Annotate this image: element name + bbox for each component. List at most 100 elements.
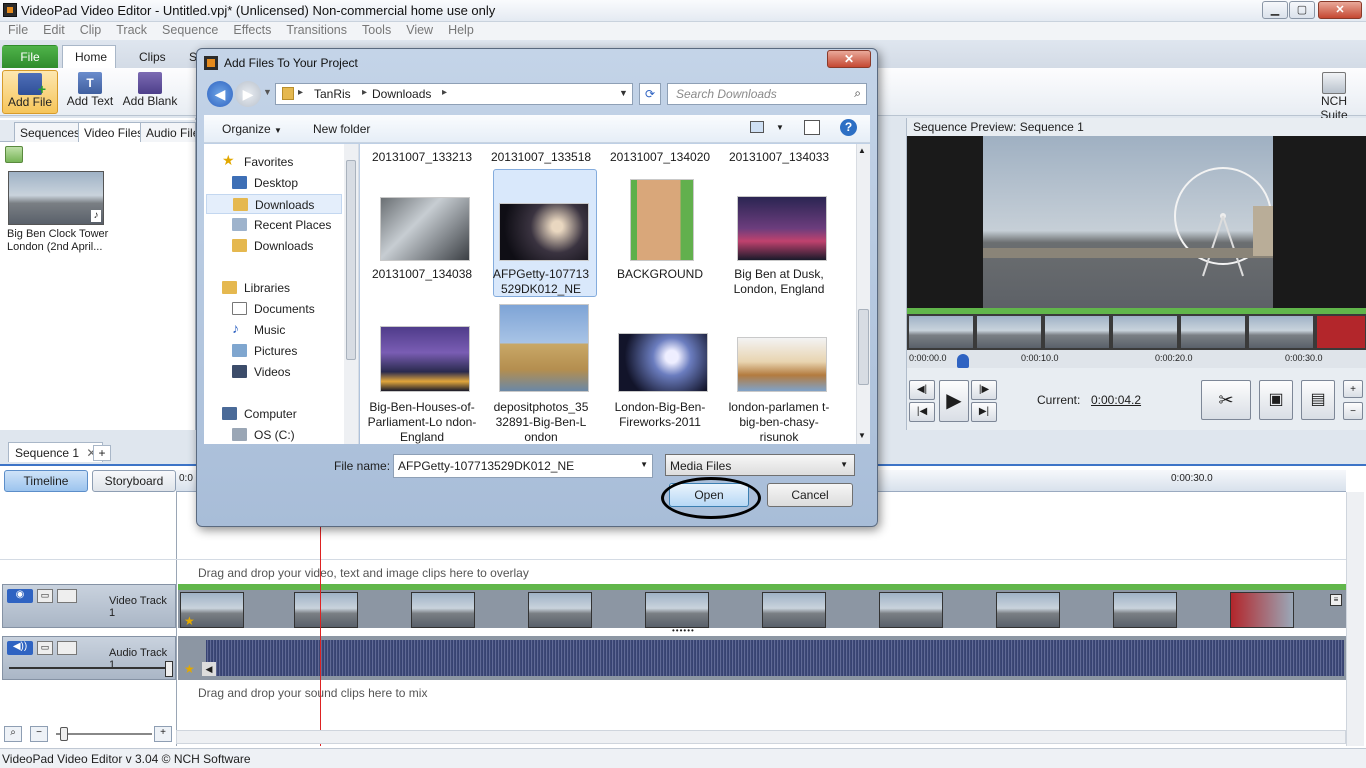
menu-transitions[interactable]: Transitions — [278, 22, 354, 37]
video-clip[interactable] — [645, 592, 709, 628]
add-to-sequence-button[interactable]: ▤ — [1301, 380, 1335, 420]
scroll-down-icon[interactable]: ▼ — [858, 431, 866, 440]
scroll-up-icon[interactable]: ▲ — [858, 146, 866, 155]
go-start-button[interactable]: |◀ — [909, 402, 935, 422]
menu-track[interactable]: Track — [108, 22, 154, 37]
play-button[interactable]: ▶ — [939, 380, 969, 422]
media-clip-thumbnail[interactable]: ♪ — [8, 171, 104, 225]
breadcrumb-downloads[interactable]: Downloads — [372, 87, 431, 101]
file-thumbnail[interactable] — [499, 304, 589, 392]
file-name-input[interactable]: AFPGetty-107713529DK012_NE ▼ — [393, 454, 653, 478]
fade-icon[interactable]: ◀ — [202, 662, 216, 676]
preview-pane-icon[interactable] — [804, 120, 820, 135]
zoom-slider-track[interactable] — [56, 733, 152, 735]
file-thumbnail[interactable] — [618, 333, 708, 392]
file-name[interactable]: BACKGROUND — [604, 267, 716, 282]
refresh-icon[interactable]: ⟳ — [639, 83, 661, 105]
menu-clip[interactable]: Clip — [72, 22, 109, 37]
add-blank-button[interactable]: Add Blank — [122, 70, 178, 114]
audio-waveform[interactable] — [206, 640, 1344, 676]
video-clip[interactable] — [762, 592, 826, 628]
tab-sequences[interactable]: Sequences — [14, 122, 87, 142]
change-view-icon[interactable] — [750, 121, 764, 133]
file-name[interactable]: AFPGetty-107713 529DK012_NE — [485, 267, 597, 297]
storyboard-view-button[interactable]: Storyboard — [92, 470, 176, 492]
file-name[interactable]: 20131007_133213 — [366, 150, 478, 165]
zoom-out-icon[interactable]: − — [1343, 402, 1363, 420]
track-splitter-handle[interactable]: •••••• — [672, 627, 696, 635]
file-thumbnail[interactable] — [499, 203, 589, 261]
nav-favorites[interactable]: ★ Favorites — [204, 152, 354, 172]
breadcrumb-chevron-icon[interactable]: ▸ — [298, 87, 303, 98]
timeline-view-button[interactable]: Timeline — [4, 470, 88, 492]
zoom-in-timeline-icon[interactable]: + — [154, 726, 172, 742]
minimize-button[interactable]: ▁ — [1262, 1, 1288, 19]
add-sequence-button[interactable]: + — [93, 445, 111, 461]
help-icon[interactable]: ? — [840, 119, 857, 136]
file-list-scrollbar[interactable]: ▲ ▼ — [856, 144, 870, 444]
nav-scrollbar[interactable] — [344, 144, 358, 444]
nav-videos[interactable]: Videos — [204, 362, 354, 382]
tab-file[interactable]: File — [2, 45, 58, 69]
zoom-in-icon[interactable]: + — [1343, 380, 1363, 398]
volume-slider-track[interactable] — [9, 667, 169, 669]
menu-view[interactable]: View — [398, 22, 440, 37]
folder-up-icon[interactable] — [5, 146, 23, 163]
tab-clips[interactable]: Clips — [126, 45, 179, 69]
nav-music[interactable]: ♪ Music — [204, 320, 354, 340]
file-thumbnail[interactable] — [737, 337, 827, 392]
nav-documents[interactable]: Documents — [204, 299, 354, 319]
file-name[interactable]: 20131007_134020 — [604, 150, 716, 165]
file-thumbnail[interactable] — [380, 197, 470, 261]
prev-frame-button[interactable]: ◀| — [909, 380, 935, 400]
address-bar[interactable]: ▸ TanRis ▸ Downloads ▸ ▼ — [275, 83, 633, 105]
video-clip[interactable] — [1113, 592, 1177, 628]
file-list-scroll-thumb[interactable] — [858, 309, 869, 385]
snapshot-camera-button[interactable]: ▣ — [1259, 380, 1293, 420]
split-scissors-button[interactable]: ✂ — [1201, 380, 1251, 420]
speaker-icon[interactable]: ◀)) — [7, 641, 33, 655]
tab-video-files[interactable]: Video Files — [78, 122, 150, 142]
nav-downloads[interactable]: Downloads — [206, 194, 342, 214]
timeline-playhead[interactable] — [320, 492, 321, 746]
nav-scroll-thumb[interactable] — [346, 160, 356, 360]
nav-os-drive[interactable]: OS (C:) — [204, 425, 354, 445]
file-type-select[interactable]: Media Files ▼ — [665, 454, 855, 476]
nch-suite-button[interactable]: NCH Suite — [1306, 70, 1362, 122]
tab-sequence-1[interactable]: Sequence 1 ✕ — [8, 442, 104, 462]
video-clip[interactable] — [879, 592, 943, 628]
add-file-button[interactable]: + Add File — [2, 70, 58, 114]
video-clip[interactable] — [294, 592, 358, 628]
breadcrumb-chevron-icon[interactable]: ▸ — [442, 87, 447, 98]
menu-tools[interactable]: Tools — [354, 22, 398, 37]
forward-button[interactable]: ▶ — [235, 81, 261, 107]
zoom-slider-handle[interactable] — [60, 727, 68, 741]
file-thumbnail[interactable] — [630, 179, 694, 261]
go-end-button[interactable]: ▶| — [971, 402, 997, 422]
new-folder-button[interactable]: New folder — [313, 122, 370, 136]
nav-downloads-2[interactable]: Downloads — [204, 236, 354, 256]
add-text-button[interactable]: T Add Text — [64, 70, 116, 114]
video-clip[interactable] — [1230, 592, 1294, 628]
view-dropdown-icon[interactable]: ▼ — [776, 123, 784, 132]
playhead-handle[interactable] — [957, 354, 969, 368]
volume-slider-handle[interactable] — [165, 661, 173, 677]
file-name[interactable]: 20131007_133518 — [485, 150, 597, 165]
menu-help[interactable]: Help — [440, 22, 481, 37]
back-button[interactable]: ◀ — [207, 81, 233, 107]
file-name[interactable]: 20131007_134033 — [723, 150, 835, 165]
zoom-fit-icon[interactable]: ⌕ — [4, 726, 22, 742]
timeline-hscroll[interactable] — [176, 730, 1346, 744]
close-button[interactable]: ✕ — [1318, 1, 1362, 19]
track-menu-icon[interactable]: ≡ — [1330, 594, 1342, 606]
dialog-close-button[interactable]: ✕ — [827, 50, 871, 68]
file-name[interactable]: depositphotos_35 32891-Big-Ben-L ondon — [485, 400, 597, 445]
track-mute-icon[interactable] — [57, 589, 77, 603]
menu-effects[interactable]: Effects — [225, 22, 278, 37]
menu-sequence[interactable]: Sequence — [154, 22, 225, 37]
tab-home[interactable]: Home — [62, 45, 116, 69]
audio-track-clip-area[interactable] — [178, 636, 1346, 680]
file-name[interactable]: Big Ben at Dusk, London, England — [723, 267, 835, 297]
menu-edit[interactable]: Edit — [35, 22, 72, 37]
file-thumbnail[interactable] — [380, 326, 470, 392]
